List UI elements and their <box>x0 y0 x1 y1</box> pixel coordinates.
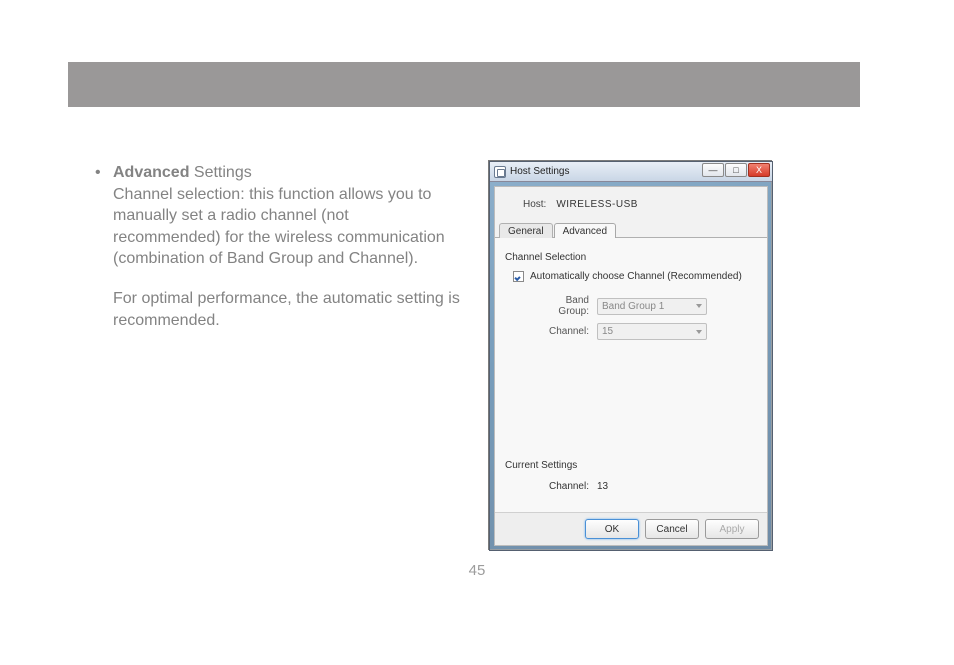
app-icon <box>494 166 506 178</box>
tab-panel-advanced: Channel Selection Automatically choose C… <box>495 237 767 512</box>
tab-advanced[interactable]: Advanced <box>554 223 616 238</box>
chevron-down-icon <box>696 330 702 334</box>
host-label: Host: <box>523 199 546 210</box>
host-settings-window: Host Settings — □ X Host: WIRELESS-USB G… <box>489 161 773 551</box>
band-group-row: Band Group: Band Group 1 <box>533 295 757 317</box>
header-bar <box>68 62 860 107</box>
current-channel-label: Channel: <box>533 481 597 492</box>
channel-label: Channel: <box>533 326 597 337</box>
advanced-label: Advanced <box>113 164 189 181</box>
body-text-block: • Advanced Settings Channel selection: t… <box>95 162 460 349</box>
minimize-button[interactable]: — <box>702 163 724 177</box>
host-row: Host: WIRELESS-USB <box>495 187 767 220</box>
band-group-label: Band Group: <box>533 295 597 317</box>
tab-general[interactable]: General <box>499 223 553 238</box>
ok-button[interactable]: OK <box>585 519 639 539</box>
window-title: Host Settings <box>510 166 569 177</box>
current-settings-title: Current Settings <box>505 460 757 471</box>
tab-strip: General Advanced <box>495 220 767 238</box>
channel-value: 15 <box>602 326 613 337</box>
page-number: 45 <box>0 562 954 579</box>
button-bar: OK Cancel Apply <box>495 512 767 545</box>
band-group-value: Band Group 1 <box>602 301 664 312</box>
paragraph-1: Channel selection: this function allows … <box>113 186 445 268</box>
screenshot-background: Host Settings — □ X Host: WIRELESS-USB G… <box>488 160 772 550</box>
paragraph-heading: Advanced Settings Channel selection: thi… <box>113 162 460 270</box>
band-group-combo[interactable]: Band Group 1 <box>597 298 707 315</box>
current-channel-row: Channel: 13 <box>533 481 757 492</box>
client-area: Host: WIRELESS-USB General Advanced Chan… <box>494 186 768 546</box>
auto-channel-checkbox[interactable] <box>513 271 524 282</box>
close-button[interactable]: X <box>748 163 770 177</box>
current-channel-value: 13 <box>597 481 608 492</box>
cancel-button[interactable]: Cancel <box>645 519 699 539</box>
settings-label: Settings <box>189 164 251 181</box>
window-controls: — □ X <box>702 163 770 177</box>
channel-row: Channel: 15 <box>533 323 757 340</box>
apply-button[interactable]: Apply <box>705 519 759 539</box>
titlebar[interactable]: Host Settings — □ X <box>490 162 772 182</box>
bullet: • <box>95 162 101 184</box>
maximize-button[interactable]: □ <box>725 163 747 177</box>
channel-selection-title: Channel Selection <box>505 252 757 263</box>
auto-channel-label: Automatically choose Channel (Recommende… <box>530 271 742 282</box>
auto-channel-row: Automatically choose Channel (Recommende… <box>513 271 757 282</box>
paragraph-2: For optimal performance, the automatic s… <box>113 288 460 331</box>
chevron-down-icon <box>696 304 702 308</box>
channel-combo[interactable]: 15 <box>597 323 707 340</box>
host-value: WIRELESS-USB <box>556 199 638 210</box>
